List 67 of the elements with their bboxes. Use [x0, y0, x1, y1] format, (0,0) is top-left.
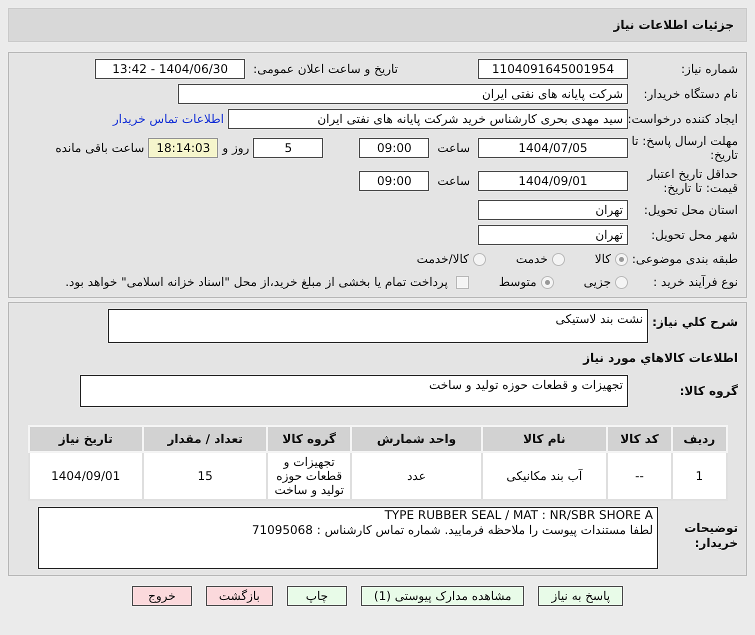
table-cell: 1404/09/01 [28, 452, 143, 500]
buyer-contact-link[interactable]: اطلاعات تماس خریدار [112, 110, 224, 128]
field-label: ساعت [437, 173, 470, 190]
field-label: تاریخ و ساعت اعلان عمومی: [253, 61, 398, 78]
column-header: تاریخ نیاز [28, 426, 143, 452]
field-label: مهلت ارسال پاسخ: تا تاریخ: [630, 134, 738, 162]
field-label: ایجاد کننده درخواست: [628, 111, 738, 128]
announce-date-field: 1404/06/30 - 13:42 [95, 59, 246, 79]
table-cell: آب بند مکانیکی [482, 452, 607, 500]
requester-field: سید مهدی بحری کارشناس خرید شرکت پایانه های نفتی ایران [228, 109, 628, 129]
action-button[interactable]: چاپ [286, 586, 347, 606]
column-header: کد کالا [606, 426, 672, 452]
field-label: ساعت باقی مانده [55, 140, 144, 157]
column-header: نام کالا [482, 426, 607, 452]
field-label: طبقه بندی موضوعی: [630, 251, 738, 268]
field-label: نوع فرآیند خرید : [652, 274, 738, 291]
need-number-field: 1104091645001954 [478, 59, 628, 79]
column-header: واحد شمارش [351, 426, 482, 452]
column-header: گروه کالا [267, 426, 352, 452]
province-field: تهران [478, 200, 628, 220]
description-field: نشت بند لاستیکی [108, 309, 648, 343]
remaining-time: 18:14:03 [148, 138, 218, 158]
radio-button[interactable] [615, 276, 628, 288]
action-button[interactable]: بازگشت [206, 586, 273, 606]
field-label: شهر محل تحویل: [650, 227, 738, 244]
field-label: گروه کالا: [678, 383, 738, 400]
days-field: 5 [253, 138, 324, 158]
radio-button[interactable] [472, 252, 486, 266]
buyer-org-field: شرکت پایانه های نفتی ایران [178, 84, 628, 104]
field-label: استان محل تحویل: [642, 202, 738, 219]
column-header: ردیف [672, 426, 726, 452]
field-label: کالا [594, 251, 611, 268]
field-label: خدمت [516, 251, 548, 268]
field-label: حداقل تاریخ اعتبار قیمت: تا تاریخ: [646, 167, 738, 195]
page-header: جزئیات اطلاعات نیاز [8, 8, 747, 42]
goods-group-field: تجهیزات و قطعات حوزه تولید و ساخت [80, 375, 628, 407]
field-label: جزیی [584, 274, 611, 291]
radio-button[interactable] [552, 252, 565, 266]
field-label: ساعت [437, 140, 470, 157]
field-label: شماره نیاز: [680, 61, 738, 78]
table-cell: -- [606, 452, 672, 500]
table-cell: 1 [672, 452, 726, 500]
table-cell: عدد [351, 452, 482, 500]
field-label: شرح کلي نياز: [651, 314, 738, 331]
deadline-time-field: 09:00 [359, 138, 430, 158]
field-label: روز و [222, 140, 250, 157]
table-cell: تجهیزات و قطعات حوزه تولید و ساخت [267, 452, 352, 500]
deadline-date-field: 1404/07/05 [478, 138, 628, 158]
field-label: توضیحات خریدار: [683, 521, 738, 551]
note-line: لطفا مستندات پیوست را ملاحظه فرمایید. شماره تماس کارشناس : 71095068 [250, 523, 653, 538]
radio-button[interactable] [615, 252, 628, 266]
field-label: متوسط [498, 274, 537, 291]
radio-button[interactable] [540, 276, 554, 288]
section-title: اطلاعات کالاهاي مورد نياز [583, 350, 738, 367]
checkbox[interactable] [456, 276, 469, 288]
action-button[interactable]: مشاهده مدارک پیوستی (1) [360, 586, 524, 606]
validity-time-field: 09:00 [359, 171, 430, 191]
city-field: تهران [478, 225, 628, 245]
column-header: تعداد / مقدار [143, 426, 268, 452]
action-button[interactable]: پاسخ به نیاز [538, 586, 624, 606]
note-line: TYPE RUBBER SEAL / MAT : NR/SBR SHORE A [384, 508, 653, 523]
action-button[interactable]: خروج [132, 586, 192, 606]
field-label: نام دستگاه خریدار: [642, 86, 738, 103]
table-cell: 15 [143, 452, 268, 500]
field-label: کالا/خدمت [416, 251, 469, 268]
validity-date-field: 1404/09/01 [478, 171, 628, 191]
field-label: پرداخت تمام یا بخشی از مبلغ خرید،از محل "اسناد خزانه اسلامی" خواهد بود. [65, 274, 448, 291]
